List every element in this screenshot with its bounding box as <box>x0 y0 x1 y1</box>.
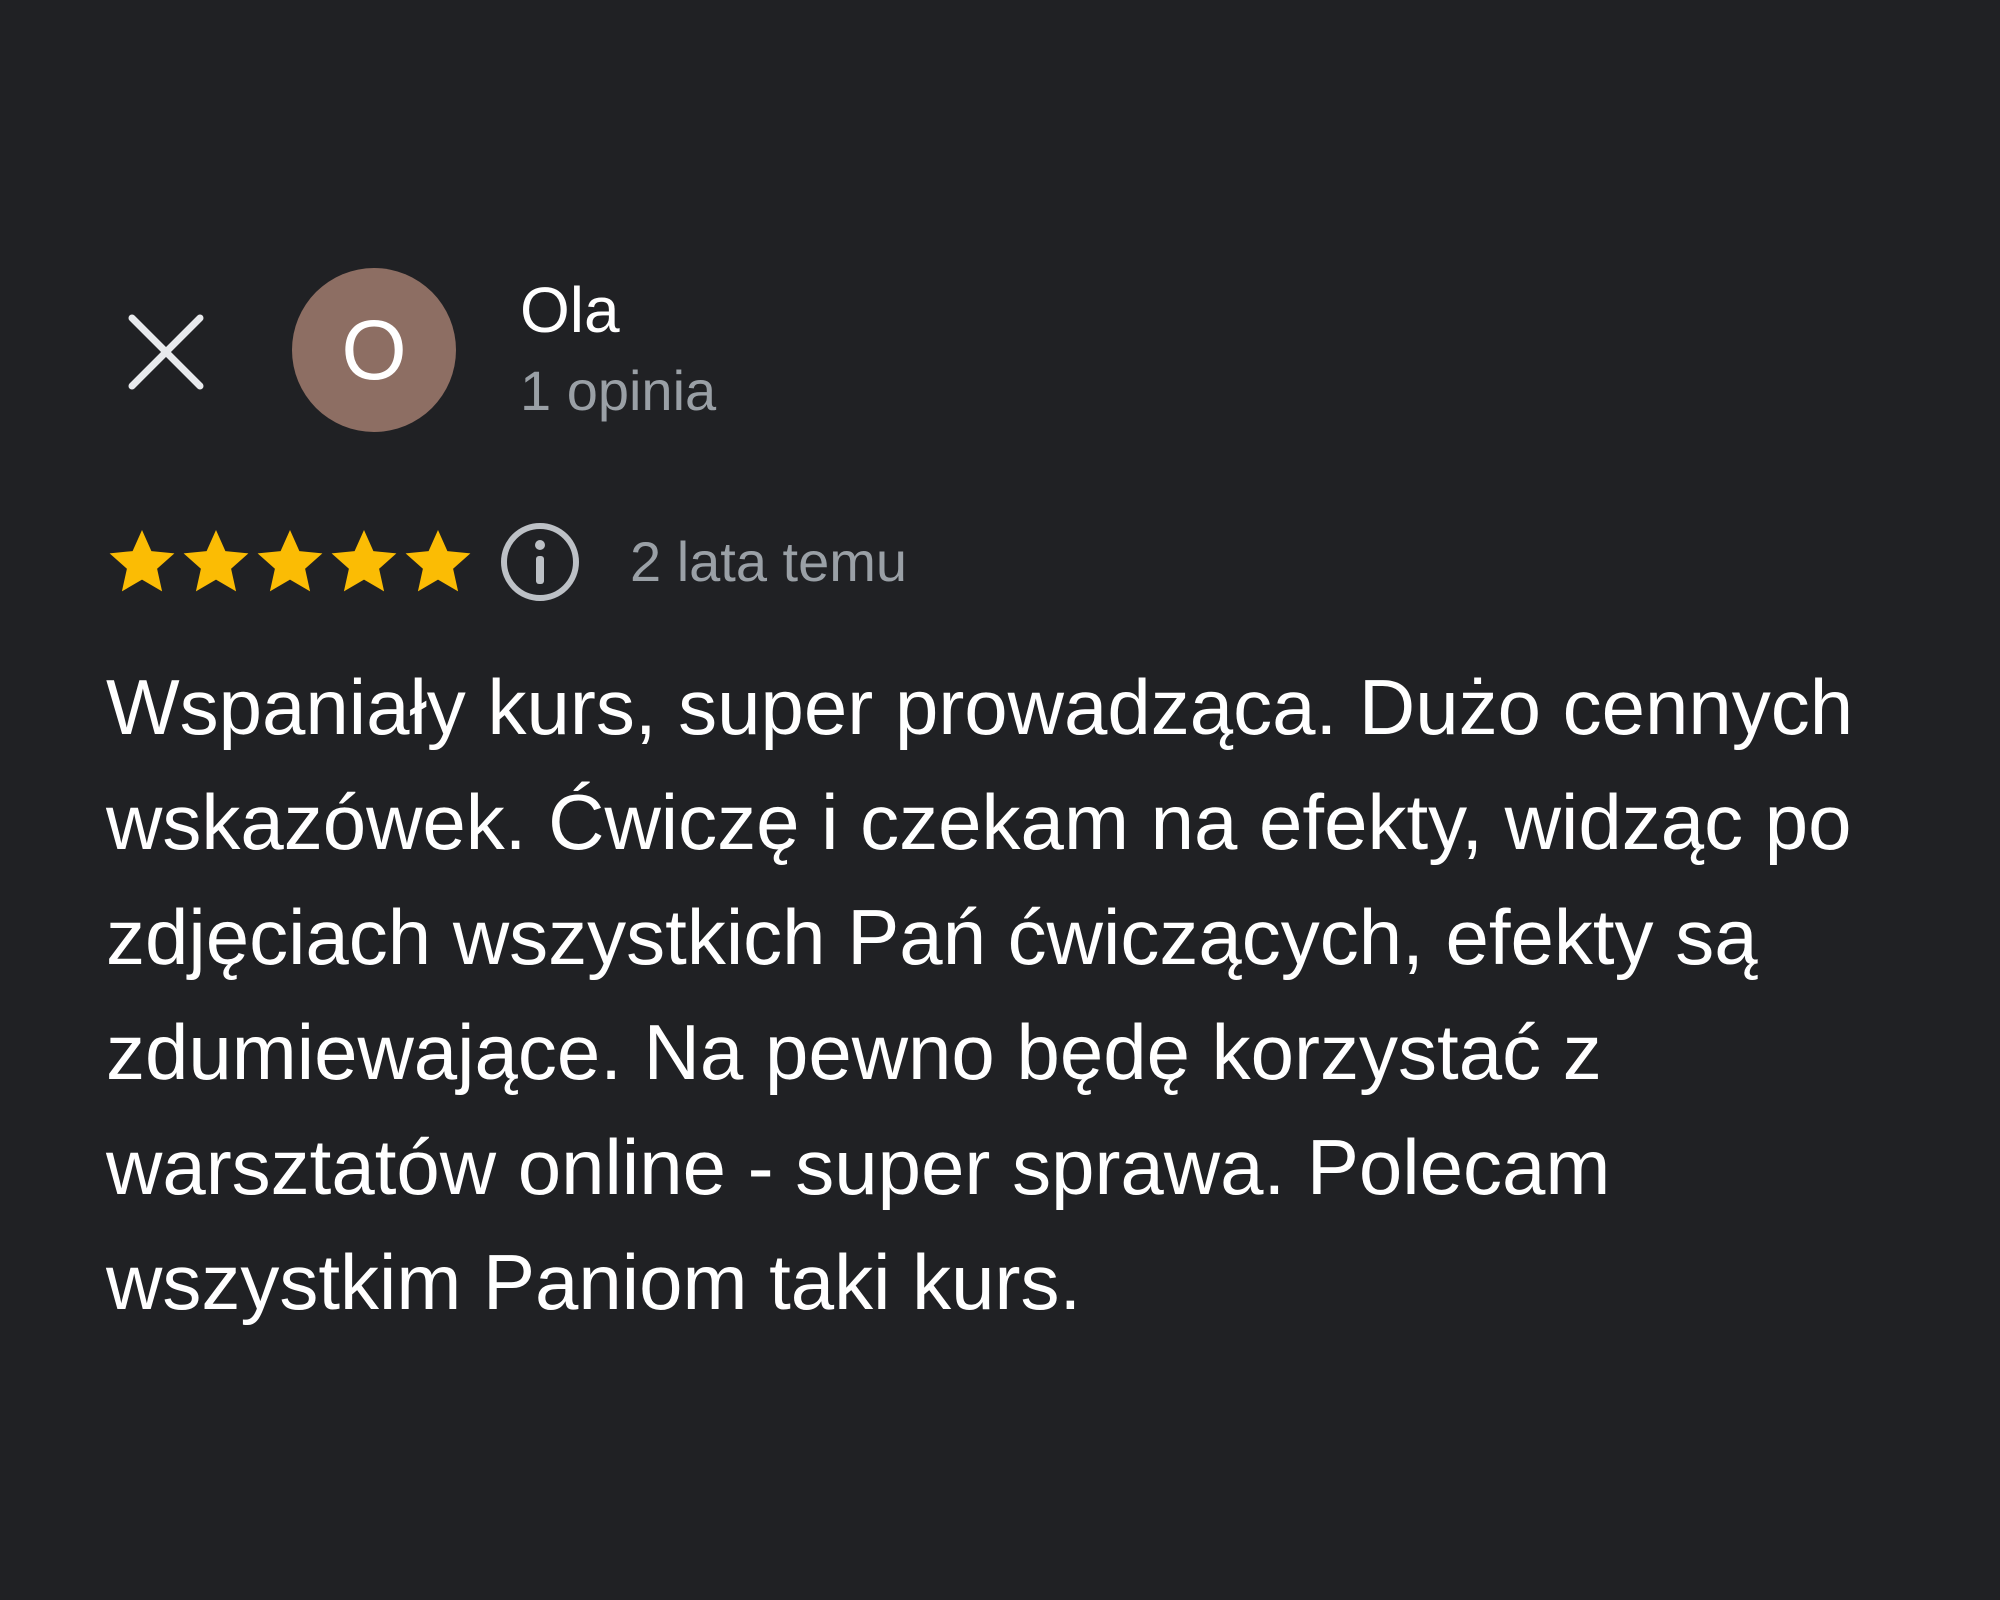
review-date: 2 lata temu <box>630 530 908 593</box>
rating-row: 2 lata temu <box>106 520 907 604</box>
star-icon <box>331 530 397 592</box>
avatar-initial: O <box>341 303 407 397</box>
author-name[interactable]: Ola <box>520 272 620 348</box>
star-icon <box>109 530 175 592</box>
star-icon <box>183 530 249 592</box>
close-icon <box>128 314 204 390</box>
star-icon <box>257 530 323 592</box>
info-icon[interactable] <box>498 520 582 604</box>
author-review-count: 1 opinia <box>520 359 717 422</box>
avatar[interactable]: O <box>292 268 456 432</box>
star-icon <box>405 530 471 592</box>
review-detail-screen: O Ola 1 opinia 2 lata temu Wspaniały kur… <box>0 0 2000 1600</box>
star-rating <box>106 526 474 598</box>
close-button[interactable] <box>118 304 214 400</box>
review-text: Wspaniały kurs, super prowadząca. Dużo c… <box>106 663 1854 1326</box>
